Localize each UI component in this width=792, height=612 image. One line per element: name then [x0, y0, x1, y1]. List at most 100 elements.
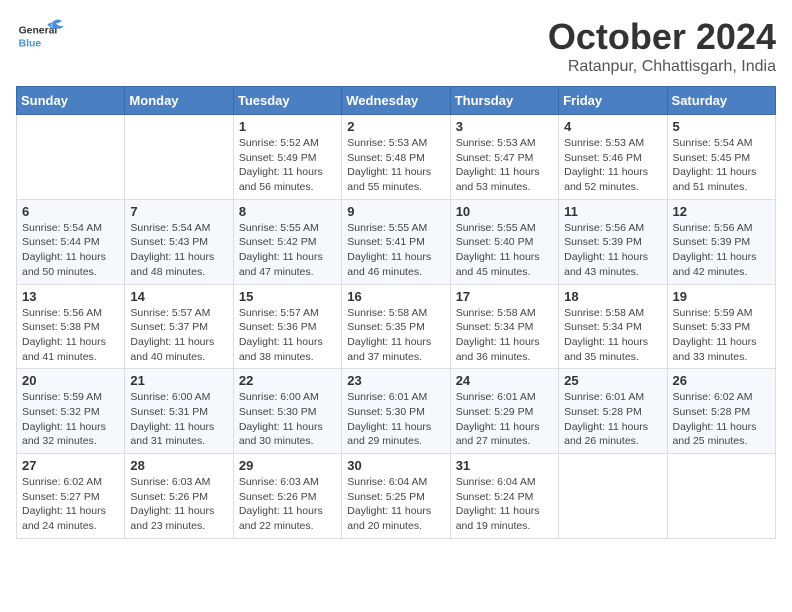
weekday-header-tuesday: Tuesday: [233, 87, 341, 115]
sunrise-text: Sunrise: 6:04 AM: [347, 475, 444, 490]
calendar-cell: 16 Sunrise: 5:58 AMSunset: 5:35 PMDayligh…: [342, 284, 450, 369]
sunrise-text: Sunrise: 5:53 AM: [564, 136, 661, 151]
calendar-cell: [125, 115, 233, 200]
sunrise-text: Sunrise: 5:56 AM: [564, 221, 661, 236]
sunrise-text: Sunrise: 5:53 AM: [456, 136, 553, 151]
sunrise-text: Sunrise: 5:59 AM: [22, 390, 119, 405]
calendar-table: SundayMondayTuesdayWednesdayThursdayFrid…: [16, 86, 776, 539]
cell-info: Sunrise: 6:03 AMSunset: 5:26 PMDaylight:…: [130, 475, 227, 534]
cell-info: Sunrise: 6:04 AMSunset: 5:24 PMDaylight:…: [456, 475, 553, 534]
daylight-text: Daylight: 11 hours and 19 minutes.: [456, 504, 553, 533]
weekday-header-friday: Friday: [559, 87, 667, 115]
day-number: 5: [673, 119, 770, 134]
calendar-cell: 23Sunrise: 6:01 AMSunset: 5:30 PMDayligh…: [342, 369, 450, 454]
sunset-text: Sunset: 5:28 PM: [564, 405, 661, 420]
calendar-cell: 5 Sunrise: 5:54 AMSunset: 5:45 PMDaylight…: [667, 115, 775, 200]
cell-info: Sunrise: 5:55 AMSunset: 5:40 PMDaylight:…: [456, 221, 553, 280]
logo-icon: General Blue: [16, 16, 66, 56]
sunset-text: Sunset: 5:33 PM: [673, 320, 770, 335]
daylight-text: Daylight: 11 hours and 46 minutes.: [347, 250, 444, 279]
calendar-cell: 9Sunrise: 5:55 AMSunset: 5:41 PMDaylight…: [342, 199, 450, 284]
day-number: 22: [239, 373, 336, 388]
day-number: 14: [130, 289, 227, 304]
sunrise-text: Sunrise: 6:03 AM: [239, 475, 336, 490]
calendar-cell: 1Sunrise: 5:52 AMSunset: 5:49 PMDaylight…: [233, 115, 341, 200]
cell-info: Sunrise: 6:01 AMSunset: 5:29 PMDaylight:…: [456, 390, 553, 449]
cell-info: Sunrise: 5:53 AMSunset: 5:47 PMDaylight:…: [456, 136, 553, 195]
calendar-cell: 13Sunrise: 5:56 AMSunset: 5:38 PMDayligh…: [17, 284, 125, 369]
daylight-text: Daylight: 11 hours and 42 minutes.: [673, 250, 770, 279]
cell-info: Sunrise: 5:54 AMSunset: 5:45 PMDaylight:…: [673, 136, 770, 195]
cell-info: Sunrise: 6:01 AMSunset: 5:28 PMDaylight:…: [564, 390, 661, 449]
calendar-cell: 28Sunrise: 6:03 AMSunset: 5:26 PMDayligh…: [125, 454, 233, 539]
cell-info: Sunrise: 5:58 AMSunset: 5:35 PMDaylight:…: [347, 306, 444, 365]
sunset-text: Sunset: 5:49 PM: [239, 151, 336, 166]
sunrise-text: Sunrise: 6:00 AM: [130, 390, 227, 405]
sunrise-text: Sunrise: 5:55 AM: [347, 221, 444, 236]
sunrise-text: Sunrise: 5:58 AM: [564, 306, 661, 321]
cell-info: Sunrise: 5:59 AMSunset: 5:33 PMDaylight:…: [673, 306, 770, 365]
day-number: 2: [347, 119, 444, 134]
calendar-cell: 21Sunrise: 6:00 AMSunset: 5:31 PMDayligh…: [125, 369, 233, 454]
sunrise-text: Sunrise: 5:57 AM: [130, 306, 227, 321]
cell-info: Sunrise: 6:02 AMSunset: 5:28 PMDaylight:…: [673, 390, 770, 449]
daylight-text: Daylight: 11 hours and 55 minutes.: [347, 165, 444, 194]
daylight-text: Daylight: 11 hours and 56 minutes.: [239, 165, 336, 194]
calendar-week-5: 27Sunrise: 6:02 AMSunset: 5:27 PMDayligh…: [17, 454, 776, 539]
daylight-text: Daylight: 11 hours and 36 minutes.: [456, 335, 553, 364]
sunset-text: Sunset: 5:44 PM: [22, 235, 119, 250]
calendar-cell: 18Sunrise: 5:58 AMSunset: 5:34 PMDayligh…: [559, 284, 667, 369]
sunrise-text: Sunrise: 5:54 AM: [22, 221, 119, 236]
sunrise-text: Sunrise: 6:01 AM: [564, 390, 661, 405]
sunset-text: Sunset: 5:41 PM: [347, 235, 444, 250]
sunrise-text: Sunrise: 5:59 AM: [673, 306, 770, 321]
calendar-cell: 2 Sunrise: 5:53 AMSunset: 5:48 PMDaylight…: [342, 115, 450, 200]
sunset-text: Sunset: 5:48 PM: [347, 151, 444, 166]
svg-text:Blue: Blue: [19, 38, 42, 49]
day-number: 16: [347, 289, 444, 304]
day-number: 27: [22, 458, 119, 473]
day-number: 7: [130, 204, 227, 219]
daylight-text: Daylight: 11 hours and 20 minutes.: [347, 504, 444, 533]
sunset-text: Sunset: 5:26 PM: [130, 490, 227, 505]
calendar-cell: 26Sunrise: 6:02 AMSunset: 5:28 PMDayligh…: [667, 369, 775, 454]
cell-info: Sunrise: 5:53 AMSunset: 5:48 PMDaylight:…: [347, 136, 444, 195]
sunset-text: Sunset: 5:36 PM: [239, 320, 336, 335]
daylight-text: Daylight: 11 hours and 53 minutes.: [456, 165, 553, 194]
sunset-text: Sunset: 5:30 PM: [239, 405, 336, 420]
sunrise-text: Sunrise: 5:52 AM: [239, 136, 336, 151]
daylight-text: Daylight: 11 hours and 50 minutes.: [22, 250, 119, 279]
cell-info: Sunrise: 5:55 AMSunset: 5:41 PMDaylight:…: [347, 221, 444, 280]
daylight-text: Daylight: 11 hours and 35 minutes.: [564, 335, 661, 364]
cell-info: Sunrise: 5:53 AMSunset: 5:46 PMDaylight:…: [564, 136, 661, 195]
calendar-week-1: 1Sunrise: 5:52 AMSunset: 5:49 PMDaylight…: [17, 115, 776, 200]
sunrise-text: Sunrise: 6:03 AM: [130, 475, 227, 490]
sunrise-text: Sunrise: 6:00 AM: [239, 390, 336, 405]
sunrise-text: Sunrise: 6:01 AM: [456, 390, 553, 405]
daylight-text: Daylight: 11 hours and 51 minutes.: [673, 165, 770, 194]
day-number: 12: [673, 204, 770, 219]
calendar-cell: 27Sunrise: 6:02 AMSunset: 5:27 PMDayligh…: [17, 454, 125, 539]
calendar-cell: 31Sunrise: 6:04 AMSunset: 5:24 PMDayligh…: [450, 454, 558, 539]
sunset-text: Sunset: 5:35 PM: [347, 320, 444, 335]
calendar-cell: 24Sunrise: 6:01 AMSunset: 5:29 PMDayligh…: [450, 369, 558, 454]
daylight-text: Daylight: 11 hours and 31 minutes.: [130, 420, 227, 449]
sunrise-text: Sunrise: 5:53 AM: [347, 136, 444, 151]
calendar-cell: 10Sunrise: 5:55 AMSunset: 5:40 PMDayligh…: [450, 199, 558, 284]
daylight-text: Daylight: 11 hours and 27 minutes.: [456, 420, 553, 449]
sunset-text: Sunset: 5:38 PM: [22, 320, 119, 335]
weekday-header-saturday: Saturday: [667, 87, 775, 115]
calendar-cell: 22Sunrise: 6:00 AMSunset: 5:30 PMDayligh…: [233, 369, 341, 454]
sunrise-text: Sunrise: 6:02 AM: [673, 390, 770, 405]
day-number: 3: [456, 119, 553, 134]
day-number: 25: [564, 373, 661, 388]
sunset-text: Sunset: 5:31 PM: [130, 405, 227, 420]
calendar-cell: 7Sunrise: 5:54 AMSunset: 5:43 PMDaylight…: [125, 199, 233, 284]
daylight-text: Daylight: 11 hours and 32 minutes.: [22, 420, 119, 449]
calendar-cell: 11Sunrise: 5:56 AMSunset: 5:39 PMDayligh…: [559, 199, 667, 284]
day-number: 11: [564, 204, 661, 219]
calendar-cell: 12Sunrise: 5:56 AMSunset: 5:39 PMDayligh…: [667, 199, 775, 284]
sunset-text: Sunset: 5:32 PM: [22, 405, 119, 420]
calendar-cell: 6Sunrise: 5:54 AMSunset: 5:44 PMDaylight…: [17, 199, 125, 284]
calendar-cell: 20Sunrise: 5:59 AMSunset: 5:32 PMDayligh…: [17, 369, 125, 454]
